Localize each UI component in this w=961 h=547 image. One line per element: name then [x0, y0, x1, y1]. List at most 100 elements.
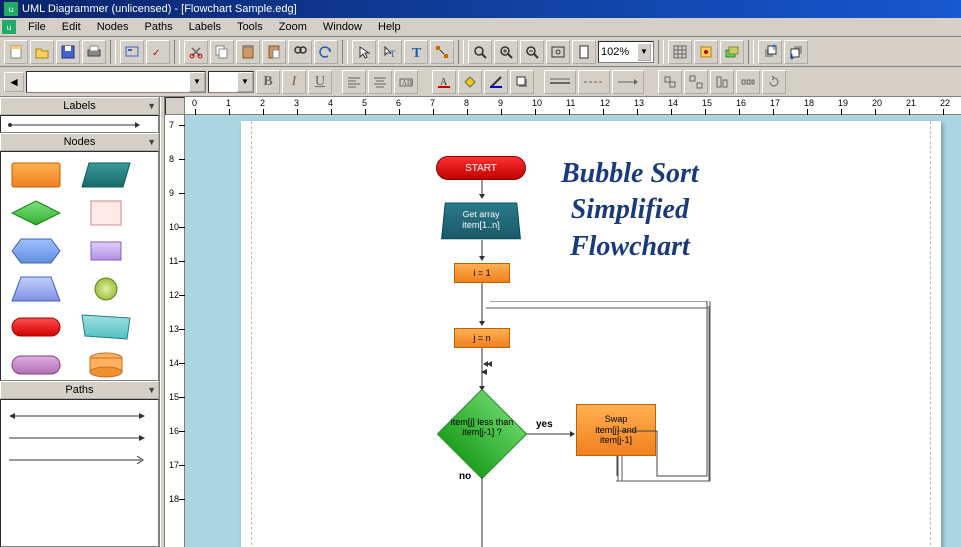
text-tool[interactable]: T	[404, 40, 428, 64]
chevron-down-icon[interactable]: ▼	[189, 72, 205, 92]
labels-panel-body	[0, 115, 159, 133]
find-button[interactable]	[288, 40, 312, 64]
layers-button[interactable]	[720, 40, 744, 64]
separator	[458, 40, 464, 64]
label-arrow-shape[interactable]	[5, 120, 145, 130]
back-button[interactable]: ◄	[4, 72, 24, 92]
fill-color-button[interactable]	[458, 70, 482, 94]
node-hexagon-blue[interactable]	[11, 238, 61, 264]
spell-button[interactable]: ✓	[146, 40, 170, 64]
save-button[interactable]	[56, 40, 80, 64]
node-trapezoid-teal[interactable]	[81, 314, 131, 340]
node-circle-green[interactable]	[81, 276, 131, 302]
node-rect-pink[interactable]	[81, 200, 131, 226]
preview-button[interactable]	[120, 40, 144, 64]
menu-file[interactable]: File	[20, 19, 54, 35]
separator	[342, 40, 348, 64]
menu-tools[interactable]: Tools	[229, 19, 271, 35]
app-icon: u	[4, 2, 18, 16]
new-button[interactable]	[4, 40, 28, 64]
path-arrow[interactable]	[7, 434, 147, 442]
toolbar-main: ✓ T T 102%▼	[0, 37, 961, 67]
zoom-in-button[interactable]	[494, 40, 518, 64]
snap-button[interactable]	[694, 40, 718, 64]
menu-zoom[interactable]: Zoom	[271, 19, 315, 35]
node-pill-red[interactable]	[11, 314, 61, 340]
flowchart-title[interactable]: Bubble Sort Simplified Flowchart	[561, 156, 699, 265]
rotate-button[interactable]	[762, 70, 786, 94]
paths-panel-body	[0, 399, 159, 547]
node-rect-purple[interactable]	[81, 238, 131, 264]
copy-button[interactable]	[210, 40, 234, 64]
vertical-ruler: 789101112131415161718	[165, 115, 185, 547]
font-combo[interactable]: ▼	[26, 71, 206, 93]
align-button[interactable]	[710, 70, 734, 94]
menu-window[interactable]: Window	[315, 19, 370, 35]
ungroup-button[interactable]	[684, 70, 708, 94]
underline-button[interactable]: U	[308, 70, 332, 94]
labels-panel-header[interactable]: Labels▼	[0, 97, 159, 115]
fc-start-node[interactable]: START	[436, 156, 526, 180]
grid-button[interactable]	[668, 40, 692, 64]
paste-button[interactable]	[236, 40, 260, 64]
node-parallelogram-teal[interactable]	[81, 162, 131, 188]
arrow-style-button[interactable]	[612, 70, 644, 94]
line-dash-button[interactable]	[578, 70, 610, 94]
distribute-button[interactable]	[736, 70, 760, 94]
separator	[748, 40, 754, 64]
text-color-button[interactable]: A	[432, 70, 456, 94]
zoom-out-button[interactable]	[520, 40, 544, 64]
path-open-arrow[interactable]	[7, 456, 147, 464]
bold-button[interactable]: B	[256, 70, 280, 94]
separator	[174, 40, 180, 64]
group-button[interactable]	[658, 70, 682, 94]
paths-panel-header[interactable]: Paths▼	[0, 381, 159, 399]
send-back-button[interactable]	[784, 40, 808, 64]
canvas[interactable]: Bubble Sort Simplified Flowchart START G…	[185, 115, 961, 547]
menu-nodes[interactable]: Nodes	[89, 19, 137, 35]
undo-button[interactable]	[314, 40, 338, 64]
zoom-fit-button[interactable]	[546, 40, 570, 64]
align-left-button[interactable]	[342, 70, 366, 94]
expand-icon[interactable]: ▼	[147, 385, 156, 395]
chevron-down-icon[interactable]: ▼	[637, 43, 651, 61]
zoom-page-button[interactable]	[572, 40, 596, 64]
node-rect-orange[interactable]	[11, 162, 61, 188]
node-trapezoid-blue[interactable]	[11, 276, 61, 302]
chevron-down-icon[interactable]: ▼	[237, 72, 253, 92]
shape-palette: Labels▼ Nodes▼ Paths▼	[0, 97, 160, 547]
line-style-button[interactable]	[544, 70, 576, 94]
line-color-button[interactable]	[484, 70, 508, 94]
menu-labels[interactable]: Labels	[181, 19, 229, 35]
bring-front-button[interactable]	[758, 40, 782, 64]
fc-arrow	[479, 240, 485, 262]
fc-input-node[interactable]: Get array item[1..n]	[441, 203, 521, 240]
expand-icon[interactable]: ▼	[147, 137, 156, 147]
menu-paths[interactable]: Paths	[137, 19, 181, 35]
node-diamond-green[interactable]	[11, 200, 61, 226]
menu-edit[interactable]: Edit	[54, 19, 89, 35]
node-pill-purple[interactable]	[11, 352, 61, 378]
shadow-button[interactable]	[510, 70, 534, 94]
expand-icon[interactable]: ▼	[147, 101, 156, 111]
toolbar-format: ◄ ▼ ▼ B I U ABC A	[0, 67, 961, 97]
path-biarrow[interactable]	[7, 412, 147, 420]
size-combo[interactable]: ▼	[208, 71, 254, 93]
cut-button[interactable]	[184, 40, 208, 64]
italic-button[interactable]: I	[282, 70, 306, 94]
zoom-tool[interactable]	[468, 40, 492, 64]
pointer-tool[interactable]	[352, 40, 376, 64]
align-center-button[interactable]	[368, 70, 392, 94]
zoom-combo[interactable]: 102%▼	[598, 41, 654, 63]
paste-special-button[interactable]	[262, 40, 286, 64]
print-button[interactable]	[82, 40, 106, 64]
doc-icon: u	[2, 20, 16, 34]
nodes-panel-header[interactable]: Nodes▼	[0, 133, 159, 151]
fc-proc-i[interactable]: i = 1	[454, 263, 510, 283]
label-button[interactable]: ABC	[394, 70, 418, 94]
menu-help[interactable]: Help	[370, 19, 409, 35]
open-button[interactable]	[30, 40, 54, 64]
connector-tool[interactable]	[430, 40, 454, 64]
node-cylinder-orange[interactable]	[81, 352, 131, 378]
text-pointer-tool[interactable]: T	[378, 40, 402, 64]
